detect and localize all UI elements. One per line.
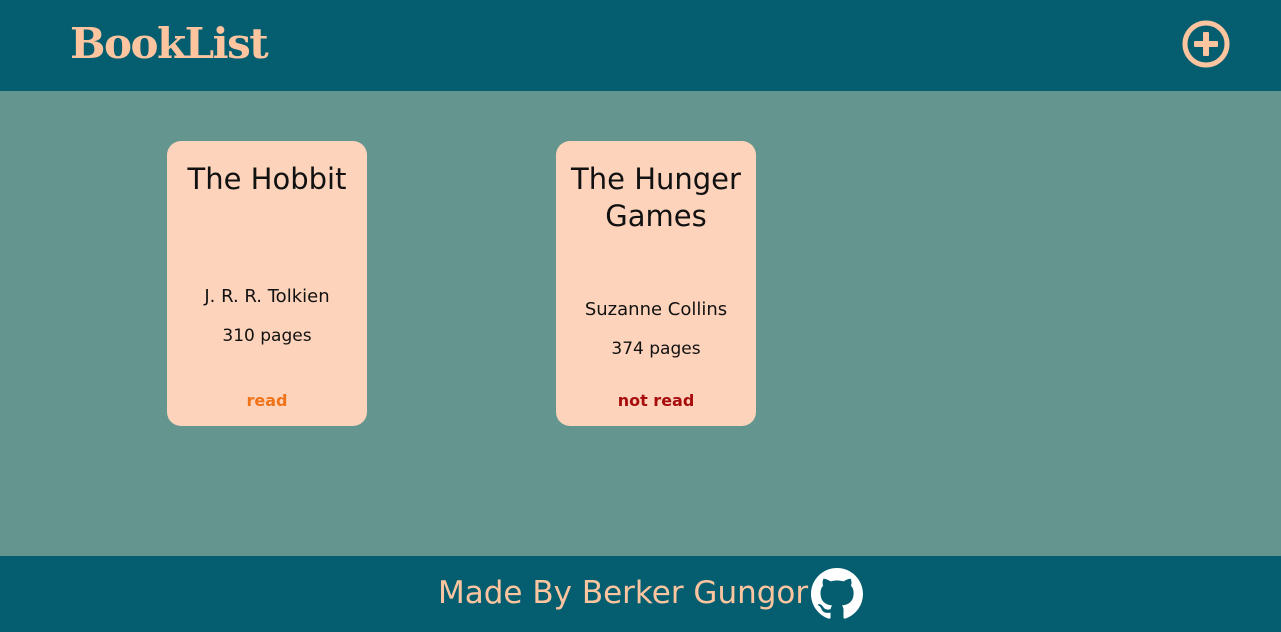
app-logo[interactable]: BookList xyxy=(70,18,269,70)
book-pages: 310 pages xyxy=(222,326,312,346)
book-card: The Hunger Games Suzanne Collins 374 pag… xyxy=(556,141,756,426)
app-header: BookList xyxy=(0,0,1281,91)
book-pages: 374 pages xyxy=(611,339,701,359)
book-card: The Hobbit J. R. R. Tolkien 310 pages re… xyxy=(167,141,367,426)
add-book-button[interactable] xyxy=(1182,20,1230,68)
book-grid: The Hobbit J. R. R. Tolkien 310 pages re… xyxy=(0,91,1281,556)
book-title: The Hunger Games xyxy=(571,162,741,233)
book-title: The Hobbit xyxy=(187,162,347,196)
app-footer: Made By Berker Gungor xyxy=(0,556,1281,632)
read-status-toggle[interactable]: not read xyxy=(556,391,756,411)
book-author: Suzanne Collins xyxy=(584,299,728,320)
read-status-toggle[interactable]: read xyxy=(167,391,367,411)
footer-credit: Made By Berker Gungor xyxy=(438,575,809,611)
github-link[interactable] xyxy=(811,568,863,620)
plus-circle-icon xyxy=(1182,20,1230,68)
book-author: J. R. R. Tolkien xyxy=(204,286,330,307)
github-icon xyxy=(811,568,863,619)
